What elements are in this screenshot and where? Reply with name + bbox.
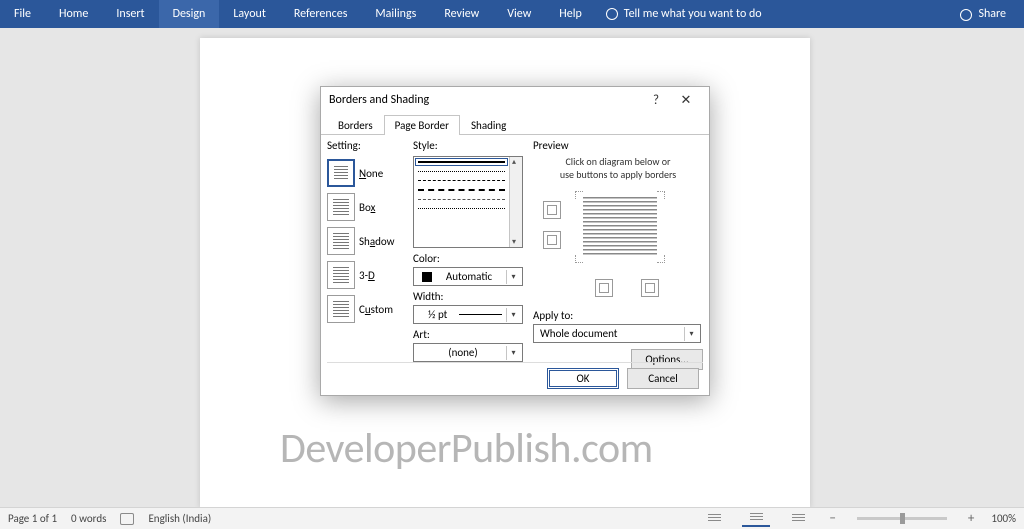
width-value: ½ pt [420, 308, 455, 321]
preview-diagram[interactable] [533, 187, 703, 307]
view-print-layout[interactable] [742, 511, 770, 527]
tab-help[interactable]: Help [545, 0, 596, 28]
border-top-toggle[interactable] [543, 201, 561, 219]
width-label: Width: [413, 290, 444, 303]
shadow-icon [327, 227, 355, 255]
style-dash-dot[interactable] [418, 199, 505, 200]
zoom-out-button[interactable]: − [826, 511, 838, 526]
box-icon [327, 193, 355, 221]
borders-and-shading-dialog: Borders and Shading ? ✕ Borders Page Bor… [320, 86, 710, 396]
status-language[interactable]: English (India) [148, 512, 211, 525]
chevron-down-icon: ▾ [506, 270, 520, 284]
tab-borders[interactable]: Borders [327, 115, 384, 135]
tab-mailings[interactable]: Mailings [361, 0, 430, 28]
options-button[interactable]: Options... [631, 349, 703, 370]
none-icon [327, 159, 355, 187]
tell-me-search[interactable]: Tell me what you want to do [596, 7, 772, 21]
setting-none-label: None [359, 167, 383, 180]
dialog-tabs: Borders Page Border Shading [321, 113, 709, 135]
proofing-icon[interactable] [120, 513, 134, 525]
share-button[interactable]: Share [942, 7, 1024, 21]
art-label: Art: [413, 328, 430, 341]
art-dropdown[interactable]: (none) ▾ [413, 343, 523, 362]
color-swatch-icon [422, 272, 432, 282]
style-dash-dot-dot[interactable] [418, 208, 505, 209]
dialog-title: Borders and Shading [329, 93, 429, 107]
setting-shadow-label: Shadow [359, 235, 395, 248]
tab-insert[interactable]: Insert [102, 0, 158, 28]
setting-3d[interactable]: 3-D [327, 258, 403, 292]
style-group: Style: Color: Automatic ▾ [413, 137, 523, 361]
custom-icon [327, 295, 355, 323]
border-right-toggle[interactable] [641, 279, 659, 297]
style-scrollbar[interactable] [509, 157, 522, 247]
chevron-down-icon: ▾ [684, 327, 698, 341]
border-bottom-toggle[interactable] [543, 231, 561, 249]
ok-button[interactable]: OK [547, 368, 619, 389]
style-dashed[interactable] [418, 189, 505, 191]
chevron-down-icon: ▾ [506, 346, 520, 360]
zoom-slider[interactable] [857, 517, 947, 520]
style-solid[interactable] [418, 161, 505, 163]
chevron-down-icon: ▾ [506, 308, 520, 322]
preview-label: Preview [533, 139, 703, 152]
width-preview-line [459, 314, 502, 315]
setting-custom-label: Custom [359, 303, 393, 316]
status-words[interactable]: 0 words [71, 512, 106, 525]
setting-group: Setting: None Box Shadow 3-D Custom [327, 137, 403, 361]
setting-label: Setting: [327, 139, 403, 152]
preview-page[interactable] [575, 191, 665, 263]
tab-view[interactable]: View [493, 0, 545, 28]
ribbon: File Home Insert Design Layout Reference… [0, 0, 1024, 28]
width-dropdown[interactable]: ½ pt ▾ [413, 305, 523, 324]
tab-file[interactable]: File [0, 0, 45, 28]
apply-to-label: Apply to: [533, 309, 573, 322]
setting-box-label: Box [359, 201, 375, 214]
tab-review[interactable]: Review [430, 0, 493, 28]
art-value: (none) [420, 346, 506, 359]
view-read-mode[interactable] [700, 511, 728, 527]
zoom-in-button[interactable]: + [965, 511, 977, 526]
color-value: Automatic [432, 270, 506, 283]
style-dashed-small[interactable] [418, 180, 505, 181]
apply-to-value: Whole document [540, 327, 684, 340]
tell-me-label: Tell me what you want to do [624, 7, 762, 21]
view-web-layout[interactable] [784, 511, 812, 527]
setting-none[interactable]: None [327, 156, 403, 190]
tab-home[interactable]: Home [45, 0, 102, 28]
help-button[interactable]: ? [641, 87, 671, 113]
share-icon [960, 9, 972, 21]
border-left-toggle[interactable] [595, 279, 613, 297]
lightbulb-icon [606, 8, 618, 20]
apply-to-dropdown[interactable]: Whole document ▾ [533, 324, 701, 343]
tab-design[interactable]: Design [159, 0, 220, 28]
preview-group: Preview Click on diagram below or use bu… [533, 137, 703, 361]
tab-layout[interactable]: Layout [219, 0, 280, 28]
preview-hint: Click on diagram below or use buttons to… [533, 156, 703, 181]
setting-shadow[interactable]: Shadow [327, 224, 403, 258]
dialog-titlebar: Borders and Shading ? ✕ [321, 87, 709, 113]
color-label: Color: [413, 252, 440, 265]
close-button[interactable]: ✕ [671, 87, 701, 113]
setting-custom[interactable]: Custom [327, 292, 403, 326]
share-label: Share [978, 7, 1006, 21]
cancel-button[interactable]: Cancel [627, 368, 699, 389]
style-listbox[interactable] [413, 156, 523, 248]
setting-3d-label: 3-D [359, 269, 375, 282]
tab-shading[interactable]: Shading [460, 115, 517, 135]
style-label: Style: [413, 139, 523, 152]
status-page[interactable]: Page 1 of 1 [8, 512, 57, 525]
tab-references[interactable]: References [280, 0, 362, 28]
three-d-icon [327, 261, 355, 289]
color-dropdown[interactable]: Automatic ▾ [413, 267, 523, 286]
style-dotted[interactable] [418, 171, 505, 172]
tab-page-border[interactable]: Page Border [384, 115, 460, 135]
status-bar: Page 1 of 1 0 words English (India) − + … [0, 507, 1024, 529]
setting-box[interactable]: Box [327, 190, 403, 224]
watermark-text: DeveloperPublish.com [280, 423, 653, 474]
zoom-level[interactable]: 100% [991, 512, 1016, 525]
